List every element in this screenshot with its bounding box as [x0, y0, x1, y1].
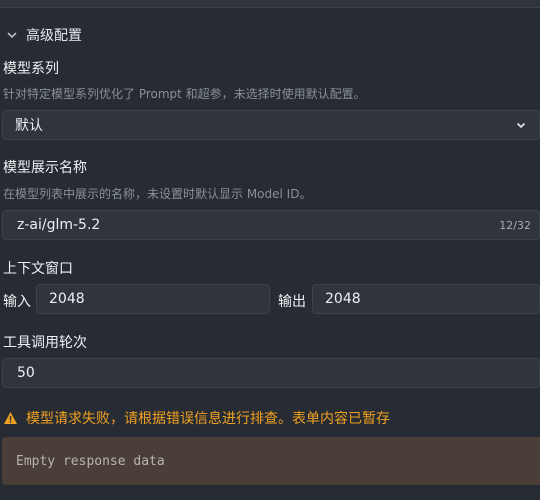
- error-detail-box: Empty response data: [2, 437, 540, 485]
- chevron-down-icon: [515, 119, 527, 131]
- input-tokens-value: 2048: [49, 291, 85, 307]
- model-family-hint: 针对特定模型系列优化了 Prompt 和超参，未选择时使用默认配置。: [3, 87, 366, 101]
- tool-rounds-input[interactable]: 50: [2, 358, 540, 388]
- error-message: 模型请求失败，请根据错误信息进行排查。表单内容已暂存: [26, 411, 390, 427]
- model-family-select[interactable]: 默认: [2, 110, 540, 140]
- context-window-label: 上下文窗口: [3, 261, 73, 277]
- warning-icon: [3, 411, 18, 425]
- output-tokens-label: 输出: [278, 294, 306, 310]
- tool-rounds-value: 50: [17, 365, 35, 381]
- error-alert: 模型请求失败，请根据错误信息进行排查。表单内容已暂存: [3, 408, 390, 428]
- advanced-config-title: 高级配置: [26, 28, 82, 44]
- advanced-config-toggle[interactable]: 高级配置: [6, 24, 82, 46]
- previous-field-edge: [0, 0, 540, 8]
- model-family-selected: 默认: [15, 118, 43, 134]
- chevron-down-icon: [6, 26, 18, 45]
- input-tokens-label: 输入: [3, 294, 31, 310]
- display-name-hint: 在模型列表中展示的名称，未设置时默认显示 Model ID。: [3, 187, 312, 201]
- model-family-label: 模型系列: [3, 61, 59, 77]
- output-tokens-value: 2048: [325, 291, 361, 307]
- display-name-input[interactable]: z-ai/glm-5.2 12/32: [2, 210, 540, 240]
- display-name-label: 模型展示名称: [3, 160, 87, 176]
- tool-rounds-label: 工具调用轮次: [3, 335, 87, 351]
- input-tokens-field[interactable]: 2048: [36, 284, 270, 314]
- output-tokens-field[interactable]: 2048: [312, 284, 540, 314]
- error-detail: Empty response data: [16, 453, 165, 469]
- char-counter: 12/32: [499, 218, 531, 232]
- display-name-value: z-ai/glm-5.2: [17, 217, 101, 233]
